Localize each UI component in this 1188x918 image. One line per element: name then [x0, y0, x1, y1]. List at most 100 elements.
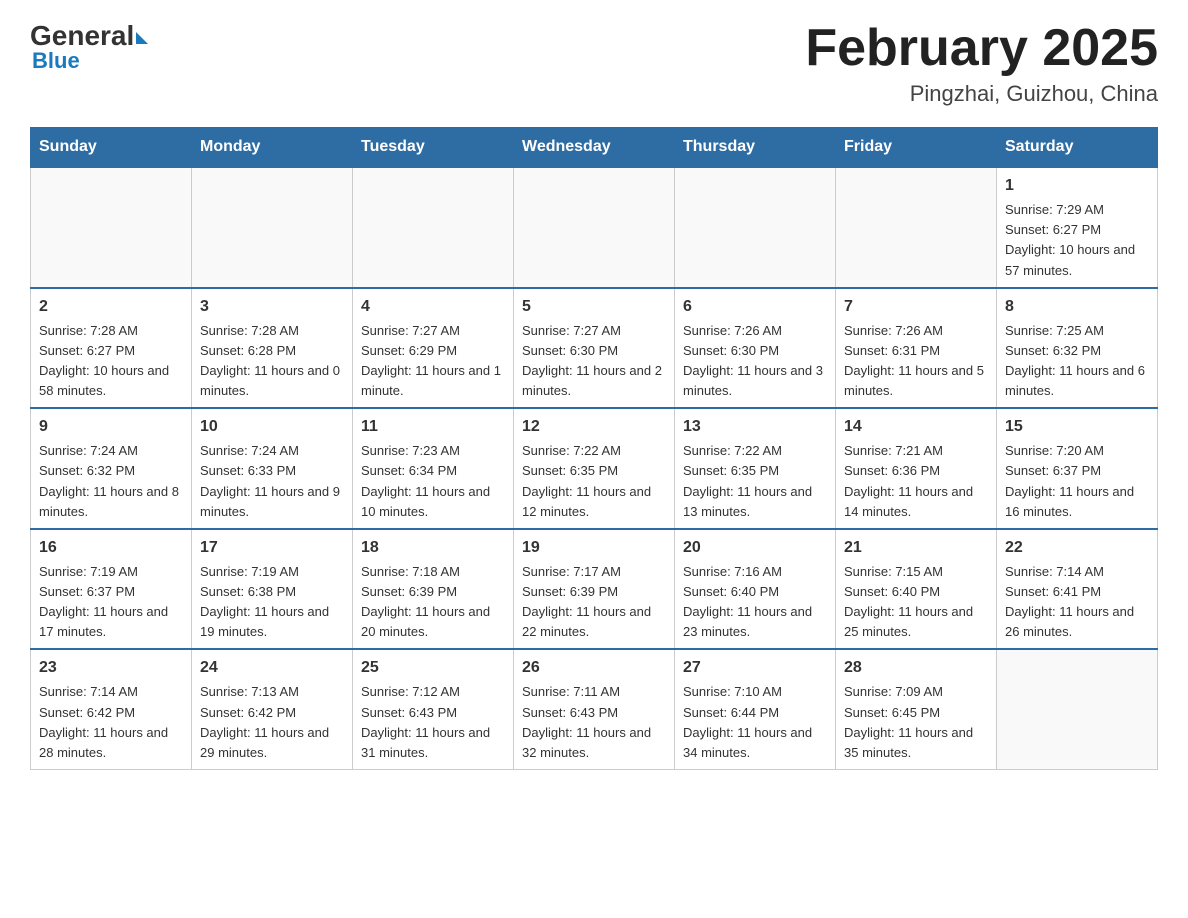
- day-number: 27: [683, 656, 827, 680]
- calendar-week-row: 9Sunrise: 7:24 AMSunset: 6:32 PMDaylight…: [31, 408, 1158, 529]
- day-number: 15: [1005, 415, 1149, 439]
- table-row: 1Sunrise: 7:29 AMSunset: 6:27 PMDaylight…: [997, 167, 1158, 288]
- day-content: Sunrise: 7:28 AMSunset: 6:27 PMDaylight:…: [39, 321, 183, 402]
- table-row: 28Sunrise: 7:09 AMSunset: 6:45 PMDayligh…: [836, 649, 997, 769]
- table-row: 8Sunrise: 7:25 AMSunset: 6:32 PMDaylight…: [997, 288, 1158, 409]
- day-content: Sunrise: 7:19 AMSunset: 6:37 PMDaylight:…: [39, 562, 183, 643]
- day-content: Sunrise: 7:29 AMSunset: 6:27 PMDaylight:…: [1005, 200, 1149, 281]
- day-number: 24: [200, 656, 344, 680]
- col-thursday: Thursday: [675, 128, 836, 168]
- day-number: 13: [683, 415, 827, 439]
- logo-blue-text: Blue: [32, 48, 148, 74]
- day-content: Sunrise: 7:09 AMSunset: 6:45 PMDaylight:…: [844, 682, 988, 763]
- day-content: Sunrise: 7:24 AMSunset: 6:33 PMDaylight:…: [200, 441, 344, 522]
- day-content: Sunrise: 7:23 AMSunset: 6:34 PMDaylight:…: [361, 441, 505, 522]
- day-content: Sunrise: 7:14 AMSunset: 6:41 PMDaylight:…: [1005, 562, 1149, 643]
- page-header: General Blue February 2025 Pingzhai, Gui…: [30, 20, 1158, 107]
- title-section: February 2025 Pingzhai, Guizhou, China: [805, 20, 1158, 107]
- day-content: Sunrise: 7:28 AMSunset: 6:28 PMDaylight:…: [200, 321, 344, 402]
- calendar-table: Sunday Monday Tuesday Wednesday Thursday…: [30, 127, 1158, 770]
- table-row: 25Sunrise: 7:12 AMSunset: 6:43 PMDayligh…: [353, 649, 514, 769]
- col-sunday: Sunday: [31, 128, 192, 168]
- col-wednesday: Wednesday: [514, 128, 675, 168]
- day-number: 4: [361, 295, 505, 319]
- day-number: 25: [361, 656, 505, 680]
- day-number: 18: [361, 536, 505, 560]
- table-row: 4Sunrise: 7:27 AMSunset: 6:29 PMDaylight…: [353, 288, 514, 409]
- day-content: Sunrise: 7:24 AMSunset: 6:32 PMDaylight:…: [39, 441, 183, 522]
- day-content: Sunrise: 7:15 AMSunset: 6:40 PMDaylight:…: [844, 562, 988, 643]
- table-row: 19Sunrise: 7:17 AMSunset: 6:39 PMDayligh…: [514, 529, 675, 650]
- table-row: [836, 167, 997, 288]
- table-row: [192, 167, 353, 288]
- table-row: 9Sunrise: 7:24 AMSunset: 6:32 PMDaylight…: [31, 408, 192, 529]
- day-number: 9: [39, 415, 183, 439]
- day-content: Sunrise: 7:20 AMSunset: 6:37 PMDaylight:…: [1005, 441, 1149, 522]
- table-row: 15Sunrise: 7:20 AMSunset: 6:37 PMDayligh…: [997, 408, 1158, 529]
- day-number: 16: [39, 536, 183, 560]
- day-number: 11: [361, 415, 505, 439]
- day-number: 17: [200, 536, 344, 560]
- day-number: 21: [844, 536, 988, 560]
- logo-triangle-icon: [136, 32, 148, 44]
- col-saturday: Saturday: [997, 128, 1158, 168]
- table-row: [31, 167, 192, 288]
- calendar-week-row: 1Sunrise: 7:29 AMSunset: 6:27 PMDaylight…: [31, 167, 1158, 288]
- col-tuesday: Tuesday: [353, 128, 514, 168]
- day-content: Sunrise: 7:16 AMSunset: 6:40 PMDaylight:…: [683, 562, 827, 643]
- table-row: 22Sunrise: 7:14 AMSunset: 6:41 PMDayligh…: [997, 529, 1158, 650]
- table-row: 10Sunrise: 7:24 AMSunset: 6:33 PMDayligh…: [192, 408, 353, 529]
- day-content: Sunrise: 7:11 AMSunset: 6:43 PMDaylight:…: [522, 682, 666, 763]
- day-content: Sunrise: 7:18 AMSunset: 6:39 PMDaylight:…: [361, 562, 505, 643]
- table-row: [353, 167, 514, 288]
- table-row: 3Sunrise: 7:28 AMSunset: 6:28 PMDaylight…: [192, 288, 353, 409]
- table-row: 23Sunrise: 7:14 AMSunset: 6:42 PMDayligh…: [31, 649, 192, 769]
- day-content: Sunrise: 7:12 AMSunset: 6:43 PMDaylight:…: [361, 682, 505, 763]
- day-number: 26: [522, 656, 666, 680]
- calendar-header-row: Sunday Monday Tuesday Wednesday Thursday…: [31, 128, 1158, 168]
- day-number: 22: [1005, 536, 1149, 560]
- table-row: 17Sunrise: 7:19 AMSunset: 6:38 PMDayligh…: [192, 529, 353, 650]
- day-content: Sunrise: 7:22 AMSunset: 6:35 PMDaylight:…: [522, 441, 666, 522]
- location-label: Pingzhai, Guizhou, China: [805, 81, 1158, 107]
- day-number: 23: [39, 656, 183, 680]
- logo: General Blue: [30, 20, 148, 74]
- table-row: 20Sunrise: 7:16 AMSunset: 6:40 PMDayligh…: [675, 529, 836, 650]
- table-row: 12Sunrise: 7:22 AMSunset: 6:35 PMDayligh…: [514, 408, 675, 529]
- day-number: 1: [1005, 174, 1149, 198]
- day-number: 28: [844, 656, 988, 680]
- table-row: 26Sunrise: 7:11 AMSunset: 6:43 PMDayligh…: [514, 649, 675, 769]
- table-row: 2Sunrise: 7:28 AMSunset: 6:27 PMDaylight…: [31, 288, 192, 409]
- day-number: 19: [522, 536, 666, 560]
- table-row: 11Sunrise: 7:23 AMSunset: 6:34 PMDayligh…: [353, 408, 514, 529]
- table-row: [514, 167, 675, 288]
- day-content: Sunrise: 7:27 AMSunset: 6:29 PMDaylight:…: [361, 321, 505, 402]
- calendar-week-row: 2Sunrise: 7:28 AMSunset: 6:27 PMDaylight…: [31, 288, 1158, 409]
- day-number: 2: [39, 295, 183, 319]
- day-content: Sunrise: 7:26 AMSunset: 6:30 PMDaylight:…: [683, 321, 827, 402]
- day-number: 10: [200, 415, 344, 439]
- day-content: Sunrise: 7:22 AMSunset: 6:35 PMDaylight:…: [683, 441, 827, 522]
- day-number: 8: [1005, 295, 1149, 319]
- day-number: 20: [683, 536, 827, 560]
- day-number: 14: [844, 415, 988, 439]
- table-row: 24Sunrise: 7:13 AMSunset: 6:42 PMDayligh…: [192, 649, 353, 769]
- day-content: Sunrise: 7:13 AMSunset: 6:42 PMDaylight:…: [200, 682, 344, 763]
- day-content: Sunrise: 7:21 AMSunset: 6:36 PMDaylight:…: [844, 441, 988, 522]
- day-number: 12: [522, 415, 666, 439]
- col-monday: Monday: [192, 128, 353, 168]
- table-row: [675, 167, 836, 288]
- day-number: 7: [844, 295, 988, 319]
- month-title: February 2025: [805, 20, 1158, 77]
- table-row: 21Sunrise: 7:15 AMSunset: 6:40 PMDayligh…: [836, 529, 997, 650]
- table-row: 14Sunrise: 7:21 AMSunset: 6:36 PMDayligh…: [836, 408, 997, 529]
- col-friday: Friday: [836, 128, 997, 168]
- table-row: 7Sunrise: 7:26 AMSunset: 6:31 PMDaylight…: [836, 288, 997, 409]
- table-row: 16Sunrise: 7:19 AMSunset: 6:37 PMDayligh…: [31, 529, 192, 650]
- day-number: 3: [200, 295, 344, 319]
- day-content: Sunrise: 7:17 AMSunset: 6:39 PMDaylight:…: [522, 562, 666, 643]
- day-content: Sunrise: 7:26 AMSunset: 6:31 PMDaylight:…: [844, 321, 988, 402]
- day-content: Sunrise: 7:19 AMSunset: 6:38 PMDaylight:…: [200, 562, 344, 643]
- table-row: 6Sunrise: 7:26 AMSunset: 6:30 PMDaylight…: [675, 288, 836, 409]
- calendar-week-row: 23Sunrise: 7:14 AMSunset: 6:42 PMDayligh…: [31, 649, 1158, 769]
